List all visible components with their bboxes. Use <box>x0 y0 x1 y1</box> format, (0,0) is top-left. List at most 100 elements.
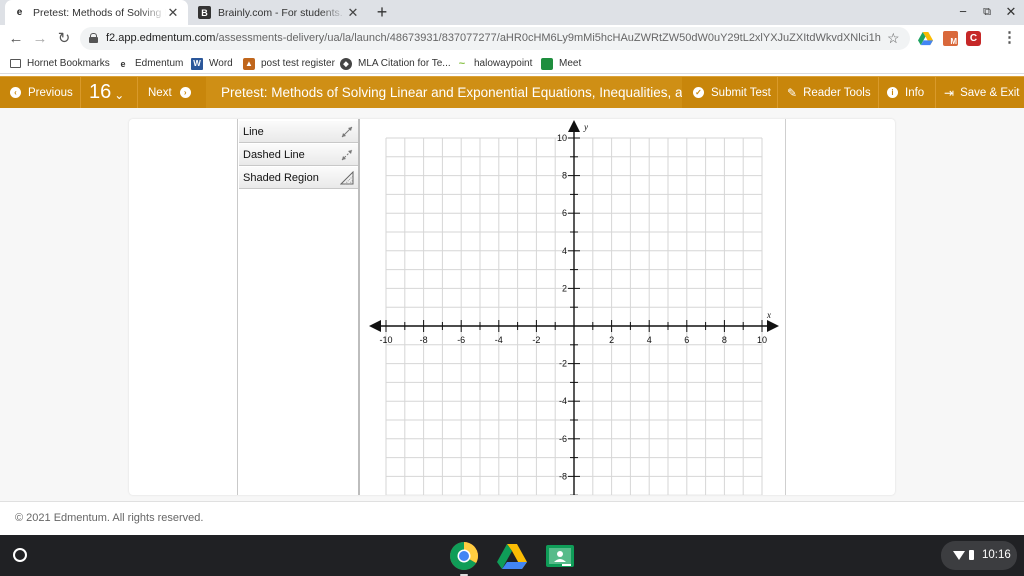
y-axis-arrow-up <box>568 120 580 132</box>
submit-label: Submit Test <box>711 86 771 99</box>
tab-brainly[interactable]: B Brainly.com - For students. By st ✕ <box>190 0 368 25</box>
y-tick-label: -8 <box>559 471 567 481</box>
line-tool-button[interactable]: Line <box>239 121 358 143</box>
bookmark-label: Word <box>209 58 233 69</box>
word-icon: W <box>191 57 203 70</box>
next-label: Next <box>148 86 172 99</box>
reader-tools-button[interactable]: ✎ Reader Tools <box>787 77 871 108</box>
bookmark-label: MLA Citation for Te... <box>358 58 451 69</box>
tab-edmentum-pretest[interactable]: e Pretest: Methods of Solving Line ✕ <box>5 0 188 25</box>
y-tick-label: 10 <box>557 133 567 143</box>
bookmarks-bar: Hornet Bookmarks e Edmentum W Word ▲ pos… <box>0 52 1024 74</box>
reader-tools-label: Reader Tools <box>803 86 871 99</box>
m-extension-icon[interactable]: M <box>943 31 958 46</box>
browser-menu-icon[interactable]: ⋮ <box>1002 29 1017 49</box>
y-tick-label: 8 <box>562 171 567 181</box>
sign-out-icon: ⇥ <box>944 85 955 100</box>
x-tick-label: 4 <box>647 335 652 345</box>
new-tab-button[interactable]: + <box>372 2 392 22</box>
y-axis-label: y <box>583 122 588 132</box>
tool-label: Line <box>243 126 264 138</box>
line-tool-icon <box>341 126 353 138</box>
restore-icon[interactable]: ⧉ <box>975 2 999 22</box>
meet-icon <box>541 57 553 70</box>
save-exit-label: Save & Exit <box>960 86 1020 99</box>
bookmark-word[interactable]: W Word <box>191 56 233 71</box>
bookmark-label: Hornet Bookmarks <box>27 58 110 69</box>
chrome-icon[interactable] <box>449 541 479 576</box>
x-tick-label: 2 <box>609 335 614 345</box>
previous-label: Previous <box>28 86 73 99</box>
url-path: /assessments-delivery/ua/la/launch/48673… <box>215 32 881 44</box>
previous-button[interactable]: ‹ Previous <box>10 77 73 108</box>
google-classroom-icon[interactable] <box>545 541 575 571</box>
question-number-dropdown[interactable]: 16 ⌄ <box>89 77 124 108</box>
x-tick-label: -8 <box>420 335 428 345</box>
coordinate-plane[interactable]: x y -10 -8 -6 -4 -2 2 4 6 8 10 -8 -6 -4 -2 2 4 6 8 10 <box>364 119 784 495</box>
system-shelf: 10:16 <box>0 535 1024 576</box>
bookmark-label: Meet <box>559 58 582 69</box>
reload-icon[interactable]: ↻ <box>53 28 75 50</box>
google-drive-icon[interactable] <box>918 31 933 46</box>
wrench-icon: ✎ <box>787 85 798 100</box>
c-extension-icon[interactable]: C <box>966 31 981 46</box>
bookmark-mla[interactable]: ◆ MLA Citation for Te... <box>340 56 451 71</box>
minimize-icon[interactable]: − <box>951 2 975 22</box>
forward-icon[interactable]: → <box>29 28 51 50</box>
mla-icon: ◆ <box>340 57 352 70</box>
info-icon: i <box>887 87 898 98</box>
wifi-icon <box>953 551 965 560</box>
next-button[interactable]: Next › <box>148 77 191 108</box>
close-window-icon[interactable]: ✕ <box>999 2 1023 22</box>
x-tick-label: -6 <box>457 335 465 345</box>
battery-icon <box>969 550 974 560</box>
x-tick-label: -2 <box>532 335 540 345</box>
x-tick-label: 6 <box>684 335 689 345</box>
back-icon[interactable]: ← <box>5 28 27 50</box>
coordinate-plane-svg[interactable]: x y -10 -8 -6 -4 -2 2 4 6 8 10 -8 -6 -4 -2 2 4 6 8 10 <box>364 119 784 495</box>
bookmark-meet[interactable]: Meet <box>541 56 581 71</box>
launcher-icon[interactable] <box>13 548 27 562</box>
bookmark-label: post test register <box>261 58 335 69</box>
save-exit-button[interactable]: ⇥ Save & Exit <box>944 77 1020 108</box>
x-axis-label: x <box>766 310 771 320</box>
copyright-text: © 2021 Edmentum. All rights reserved. <box>15 512 204 524</box>
close-tab-icon[interactable]: ✕ <box>166 5 180 21</box>
question-number: 16 <box>89 81 112 103</box>
register-icon: ▲ <box>243 57 255 70</box>
url-domain: f2.app.edmentum.com <box>106 32 216 44</box>
clock: 10:16 <box>982 549 1011 561</box>
info-button[interactable]: i Info <box>887 77 924 108</box>
x-tick-label: -4 <box>495 335 503 345</box>
y-tick-label: 4 <box>562 246 567 256</box>
bookmark-label: Edmentum <box>135 58 184 69</box>
edmentum-icon: e <box>120 58 126 69</box>
google-drive-icon[interactable] <box>497 541 527 571</box>
bookmark-edmentum[interactable]: e Edmentum <box>117 56 183 71</box>
y-tick-label: 2 <box>562 283 567 293</box>
brainly-icon: B <box>198 6 211 19</box>
halo-icon: ~ <box>458 57 466 70</box>
submit-test-button[interactable]: ✓ Submit Test <box>693 77 771 108</box>
x-tick-label: 8 <box>722 335 727 345</box>
bookmark-star-icon[interactable]: ☆ <box>887 30 900 47</box>
graph-tool-panel: Line Dashed Line Shaded Region <box>237 119 360 495</box>
shaded-region-tool-button[interactable]: Shaded Region <box>239 167 358 189</box>
footer: © 2021 Edmentum. All rights reserved. <box>0 501 1024 535</box>
y-tick-label: 6 <box>562 208 567 218</box>
close-tab-icon[interactable]: ✕ <box>346 5 360 21</box>
x-tick-label: 10 <box>757 335 767 345</box>
url-text[interactable]: f2.app.edmentum.com/assessments-delivery… <box>106 32 881 44</box>
bookmark-halowaypoint[interactable]: ~ halowaypoint <box>456 56 533 71</box>
address-bar[interactable]: f2.app.edmentum.com/assessments-delivery… <box>80 27 910 50</box>
tab-strip: e Pretest: Methods of Solving Line ✕ B B… <box>0 0 1024 25</box>
test-toolbar: ‹ Previous 16 ⌄ Next › Pretest: Methods … <box>0 76 1024 108</box>
x-tick-label: -10 <box>379 335 392 345</box>
bookmark-post-test[interactable]: ▲ post test register <box>243 56 335 71</box>
previous-arrow-icon: ‹ <box>10 87 21 98</box>
next-arrow-icon: › <box>179 87 191 98</box>
status-tray[interactable]: 10:16 <box>941 541 1017 570</box>
dashed-line-tool-button[interactable]: Dashed Line <box>239 144 358 166</box>
tool-label: Dashed Line <box>243 149 305 161</box>
bookmark-hornet[interactable]: Hornet Bookmarks <box>10 56 110 71</box>
